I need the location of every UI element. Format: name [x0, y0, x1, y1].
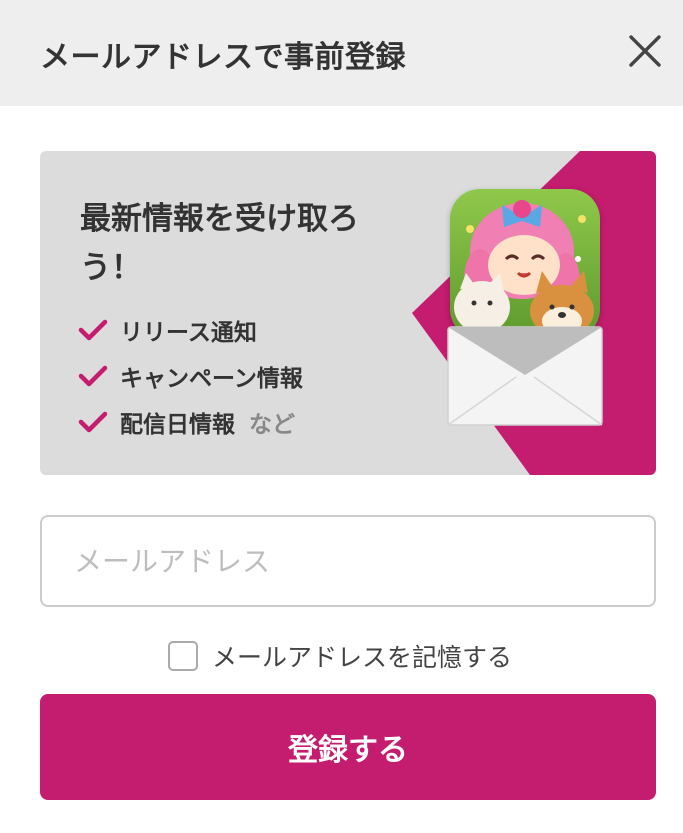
check-icon	[78, 365, 108, 387]
header-bar: メールアドレスで事前登録	[0, 0, 683, 106]
remember-email-toggle[interactable]: メールアドレスを記憶する	[168, 638, 512, 674]
feature-label: 配信日情報	[120, 412, 235, 438]
envelope-icon	[447, 326, 603, 426]
remember-email-label: メールアドレスを記憶する	[212, 643, 513, 672]
feature-label: キャンペーン情報	[120, 366, 303, 392]
feature-item-release: リリース通知	[78, 307, 303, 353]
feature-label: リリース通知	[120, 320, 257, 346]
check-icon	[78, 319, 108, 341]
feature-list: リリース通知 キャンペーン情報 配信日情報 など	[78, 307, 303, 445]
close-button[interactable]	[622, 28, 668, 74]
feature-suffix: など	[249, 412, 295, 438]
page-title: メールアドレスで事前登録	[40, 40, 406, 75]
banner-headline: 最新情報を受け取ろう！	[80, 201, 359, 286]
promo-banner: 最新情報を受け取ろう！ リリース通知 キャンペーン情報 配信日情報 など	[40, 151, 656, 475]
check-icon	[78, 411, 108, 433]
app-icon	[450, 189, 600, 339]
close-icon	[629, 35, 661, 67]
feature-item-release-date: 配信日情報 など	[78, 399, 303, 445]
remember-email-checkbox[interactable]	[168, 641, 198, 671]
register-button[interactable]: 登録する	[40, 694, 656, 800]
email-input[interactable]	[40, 515, 656, 607]
feature-item-campaign: キャンペーン情報	[78, 353, 303, 399]
